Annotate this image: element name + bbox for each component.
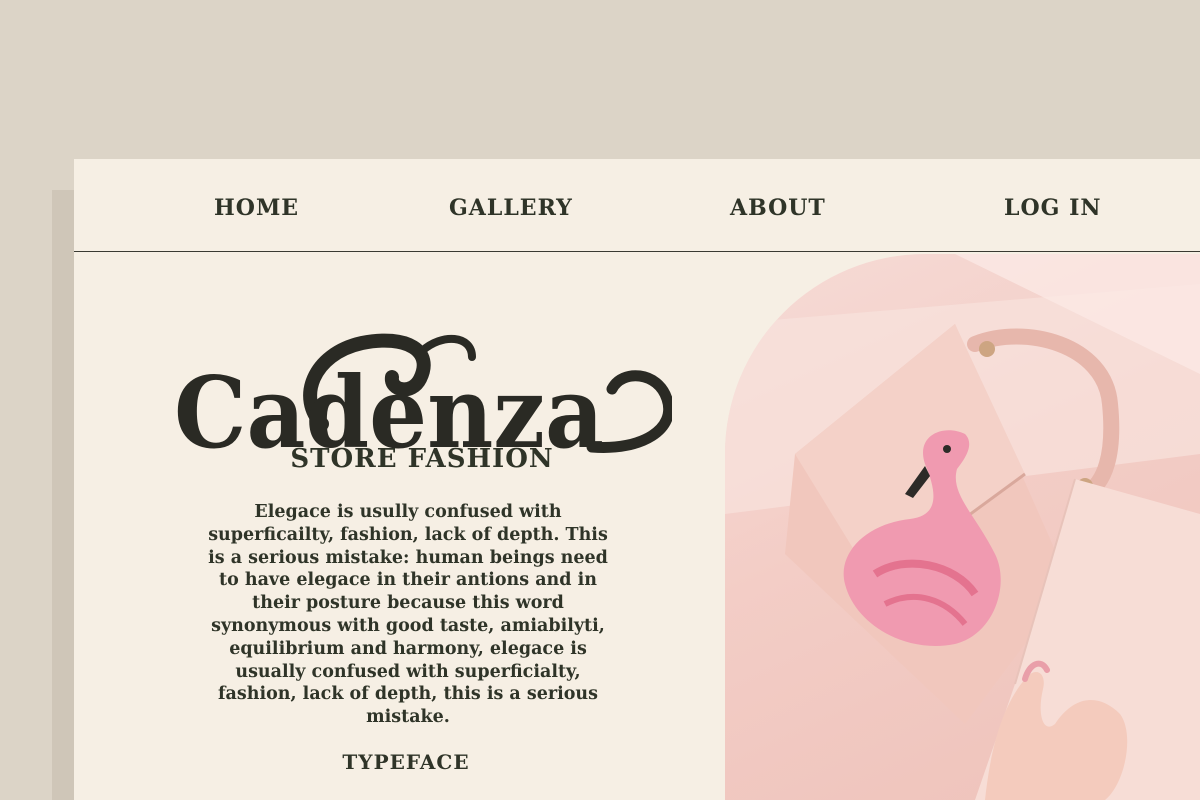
nav-gallery-link[interactable]: GALLERY — [449, 195, 573, 221]
flamingo-handbag-photo-icon — [725, 254, 1200, 800]
page-shadow — [52, 190, 76, 800]
nav-about-link[interactable]: ABOUT — [730, 195, 826, 221]
description-paragraph: Elegace is usully confused with superfic… — [208, 502, 608, 728]
typeface-label: TYPEFACE — [342, 750, 470, 774]
nav-home-link[interactable]: HOME — [214, 195, 299, 221]
brand-logo: Cadenza — [172, 329, 672, 459]
nav-login-link[interactable]: LOG IN — [1004, 195, 1101, 221]
hero-image — [725, 254, 1200, 800]
brand-subtitle: STORE FASHION — [290, 444, 554, 474]
website-mockup: HOME GALLERY ABOUT LOG IN Cadenza STORE … — [74, 159, 1200, 800]
navigation-bar: HOME GALLERY ABOUT LOG IN — [74, 159, 1200, 252]
